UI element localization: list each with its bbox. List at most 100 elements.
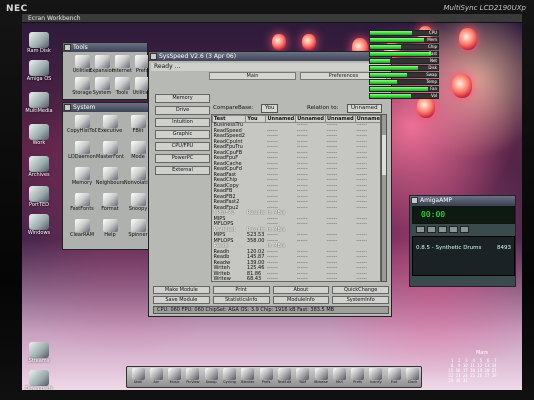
desktop-icon[interactable]: MultiMedia <box>24 92 54 114</box>
program-icon <box>74 193 90 206</box>
dock-item[interactable]: Snoop <box>202 368 220 384</box>
close-icon[interactable] <box>64 104 71 111</box>
dock-item[interactable]: Blanker <box>239 368 257 384</box>
quickchange-button[interactable]: QuickChange <box>332 286 389 294</box>
make-module-button[interactable]: Make Module <box>153 286 210 294</box>
dock-item[interactable]: IBrowse <box>312 368 330 384</box>
monitor-brand: NEC <box>6 4 28 14</box>
side-button-cpufpu[interactable]: CPU/FPU <box>155 142 210 151</box>
dock-item[interactable]: Iconify <box>367 368 385 384</box>
scrollbar-thumb[interactable] <box>382 135 386 175</box>
column-header[interactable]: You <box>245 115 267 123</box>
dock-item[interactable]: Cycling <box>221 368 239 384</box>
moduleinfo-button[interactable]: ModuleInfo <box>272 296 330 304</box>
sysspeed-window[interactable]: SysSpeed V2.6 (3 Apr 06) Ready ... Main … <box>148 51 392 317</box>
compare-base-button[interactable]: You <box>261 104 279 113</box>
results-scrollbar[interactable] <box>381 114 387 282</box>
desktop-icon[interactable]: Archives <box>24 156 54 178</box>
table-cell: Writew <box>213 276 231 282</box>
desktop-icon[interactable]: Amiga OS <box>24 60 54 82</box>
dock-item[interactable]: TextEdit <box>275 368 293 384</box>
side-button-external[interactable]: External <box>155 166 210 175</box>
stop-icon[interactable] <box>449 226 458 233</box>
gauge-label: Disk <box>428 65 437 70</box>
drawer-icon[interactable]: Format <box>95 193 125 212</box>
lantern-image <box>452 74 472 98</box>
dock-bar: Shell Arc Music PicView Snoop Cycling Blanker P… <box>126 366 422 388</box>
dock-item[interactable]: Prefs <box>257 368 275 384</box>
dock-item[interactable]: Music <box>166 368 184 384</box>
tab-main[interactable]: Main <box>209 72 296 80</box>
close-icon[interactable] <box>150 53 157 60</box>
drawer-icon[interactable]: Executive <box>95 115 125 134</box>
table-cell-placeholder: ------ <box>296 276 308 282</box>
desktop-icon-label: Amiga OS <box>26 76 52 82</box>
dock-item[interactable]: MUI <box>330 368 348 384</box>
side-button-powerpc[interactable]: PowerPC <box>155 154 210 163</box>
side-button-intuition[interactable]: Intuition <box>155 118 210 127</box>
system-drawer-window[interactable]: System CopyHistToDaExecutiveFBlitLDDaemo… <box>62 102 154 250</box>
dock-app-icon <box>277 368 291 380</box>
media-player-window[interactable]: AmigaAMP 00:00 0.8.5 - Synthetic Drums 8… <box>409 195 516 287</box>
player-title[interactable]: AmigaAMP <box>410 196 515 205</box>
drive-icon <box>29 370 49 386</box>
side-button-graphic[interactable]: Graphic <box>155 130 210 139</box>
drive-icon <box>29 92 49 108</box>
drawer-icon[interactable]: CopyHistToDa <box>67 115 97 134</box>
drawer-icon[interactable]: LDDaemon <box>67 141 97 160</box>
dock-item[interactable]: Prefs <box>349 368 367 384</box>
desktop-icon[interactable]: Streams <box>24 342 54 364</box>
dock-app-icon <box>406 368 419 380</box>
system-info-status: CPU: 060 FPU: 060 ChipSet: AGA OS: 3.9 C… <box>153 306 389 314</box>
desktop-icon[interactable]: Ram Disk <box>24 32 54 54</box>
drawer-icon-label: Neighbours <box>95 180 125 186</box>
sysspeed-window-title[interactable]: SysSpeed V2.6 (3 Apr 06) <box>149 52 391 61</box>
lantern-image <box>459 28 477 50</box>
system-window-title[interactable]: System <box>63 103 153 112</box>
desktop-icon[interactable]: PortTED <box>24 186 54 208</box>
drawer-icon[interactable]: MasterFont <box>95 141 125 160</box>
dock-app-icon <box>149 368 163 380</box>
next-icon[interactable] <box>460 226 469 233</box>
side-button-memory[interactable]: Memory <box>155 94 210 103</box>
desktop-icon[interactable]: Work <box>24 124 54 146</box>
tools-drawer-window[interactable]: Tools Utilities Expansion Internet Prefs Sto… <box>62 42 151 100</box>
systeminfo-button[interactable]: SystemInfo <box>332 296 389 304</box>
pause-icon[interactable] <box>438 226 447 233</box>
gauge-label: Mem <box>427 37 437 42</box>
dock-item[interactable]: YAM <box>294 368 312 384</box>
dock-item[interactable]: Arc <box>147 368 165 384</box>
drawer-icon[interactable]: Help <box>95 219 125 238</box>
print-button[interactable]: Print <box>212 286 270 294</box>
gauge-bar: Mem <box>369 37 439 43</box>
drawer-icon-label: LDDaemon <box>68 154 96 160</box>
playlist[interactable]: 0.8.5 - Synthetic Drums 8493 <box>412 236 515 276</box>
drive-icon <box>29 60 49 76</box>
drawer-icon[interactable]: FastFonts <box>67 193 97 212</box>
desktop-icon[interactable]: Downloads <box>24 370 54 390</box>
save-module-button[interactable]: Save Module <box>153 296 210 304</box>
dock-item[interactable]: PicView <box>184 368 202 384</box>
column-header[interactable]: Unnamed <box>265 115 297 123</box>
player-display: 00:00 <box>412 206 515 224</box>
dock-item[interactable]: Shell <box>129 368 147 384</box>
playlist-track[interactable]: 0.8.5 - Synthetic Drums <box>416 245 481 251</box>
dock-app-icon <box>168 368 182 380</box>
play-icon[interactable] <box>427 226 436 233</box>
dock-item[interactable]: Clock <box>404 368 422 384</box>
drawer-icon[interactable]: Memory <box>67 167 97 186</box>
prev-icon[interactable] <box>416 226 425 233</box>
statisticsinfo-button[interactable]: StatisticsInfo <box>212 296 270 304</box>
drawer-icon[interactable]: Neighbours <box>95 167 125 186</box>
dock-item[interactable]: Exit <box>385 368 403 384</box>
close-icon[interactable] <box>64 44 71 51</box>
close-icon[interactable] <box>411 197 418 204</box>
drawer-icon[interactable]: ClearRAM <box>67 219 97 238</box>
side-button-drive[interactable]: Drive <box>155 106 210 115</box>
about-button[interactable]: About <box>272 286 330 294</box>
tools-window-title[interactable]: Tools <box>63 43 147 52</box>
drive-icon <box>29 124 49 140</box>
dock-item-label: Snoop <box>205 380 217 384</box>
desktop-icon-label: Archives <box>28 172 50 178</box>
desktop-icon[interactable]: Windows <box>24 214 54 236</box>
